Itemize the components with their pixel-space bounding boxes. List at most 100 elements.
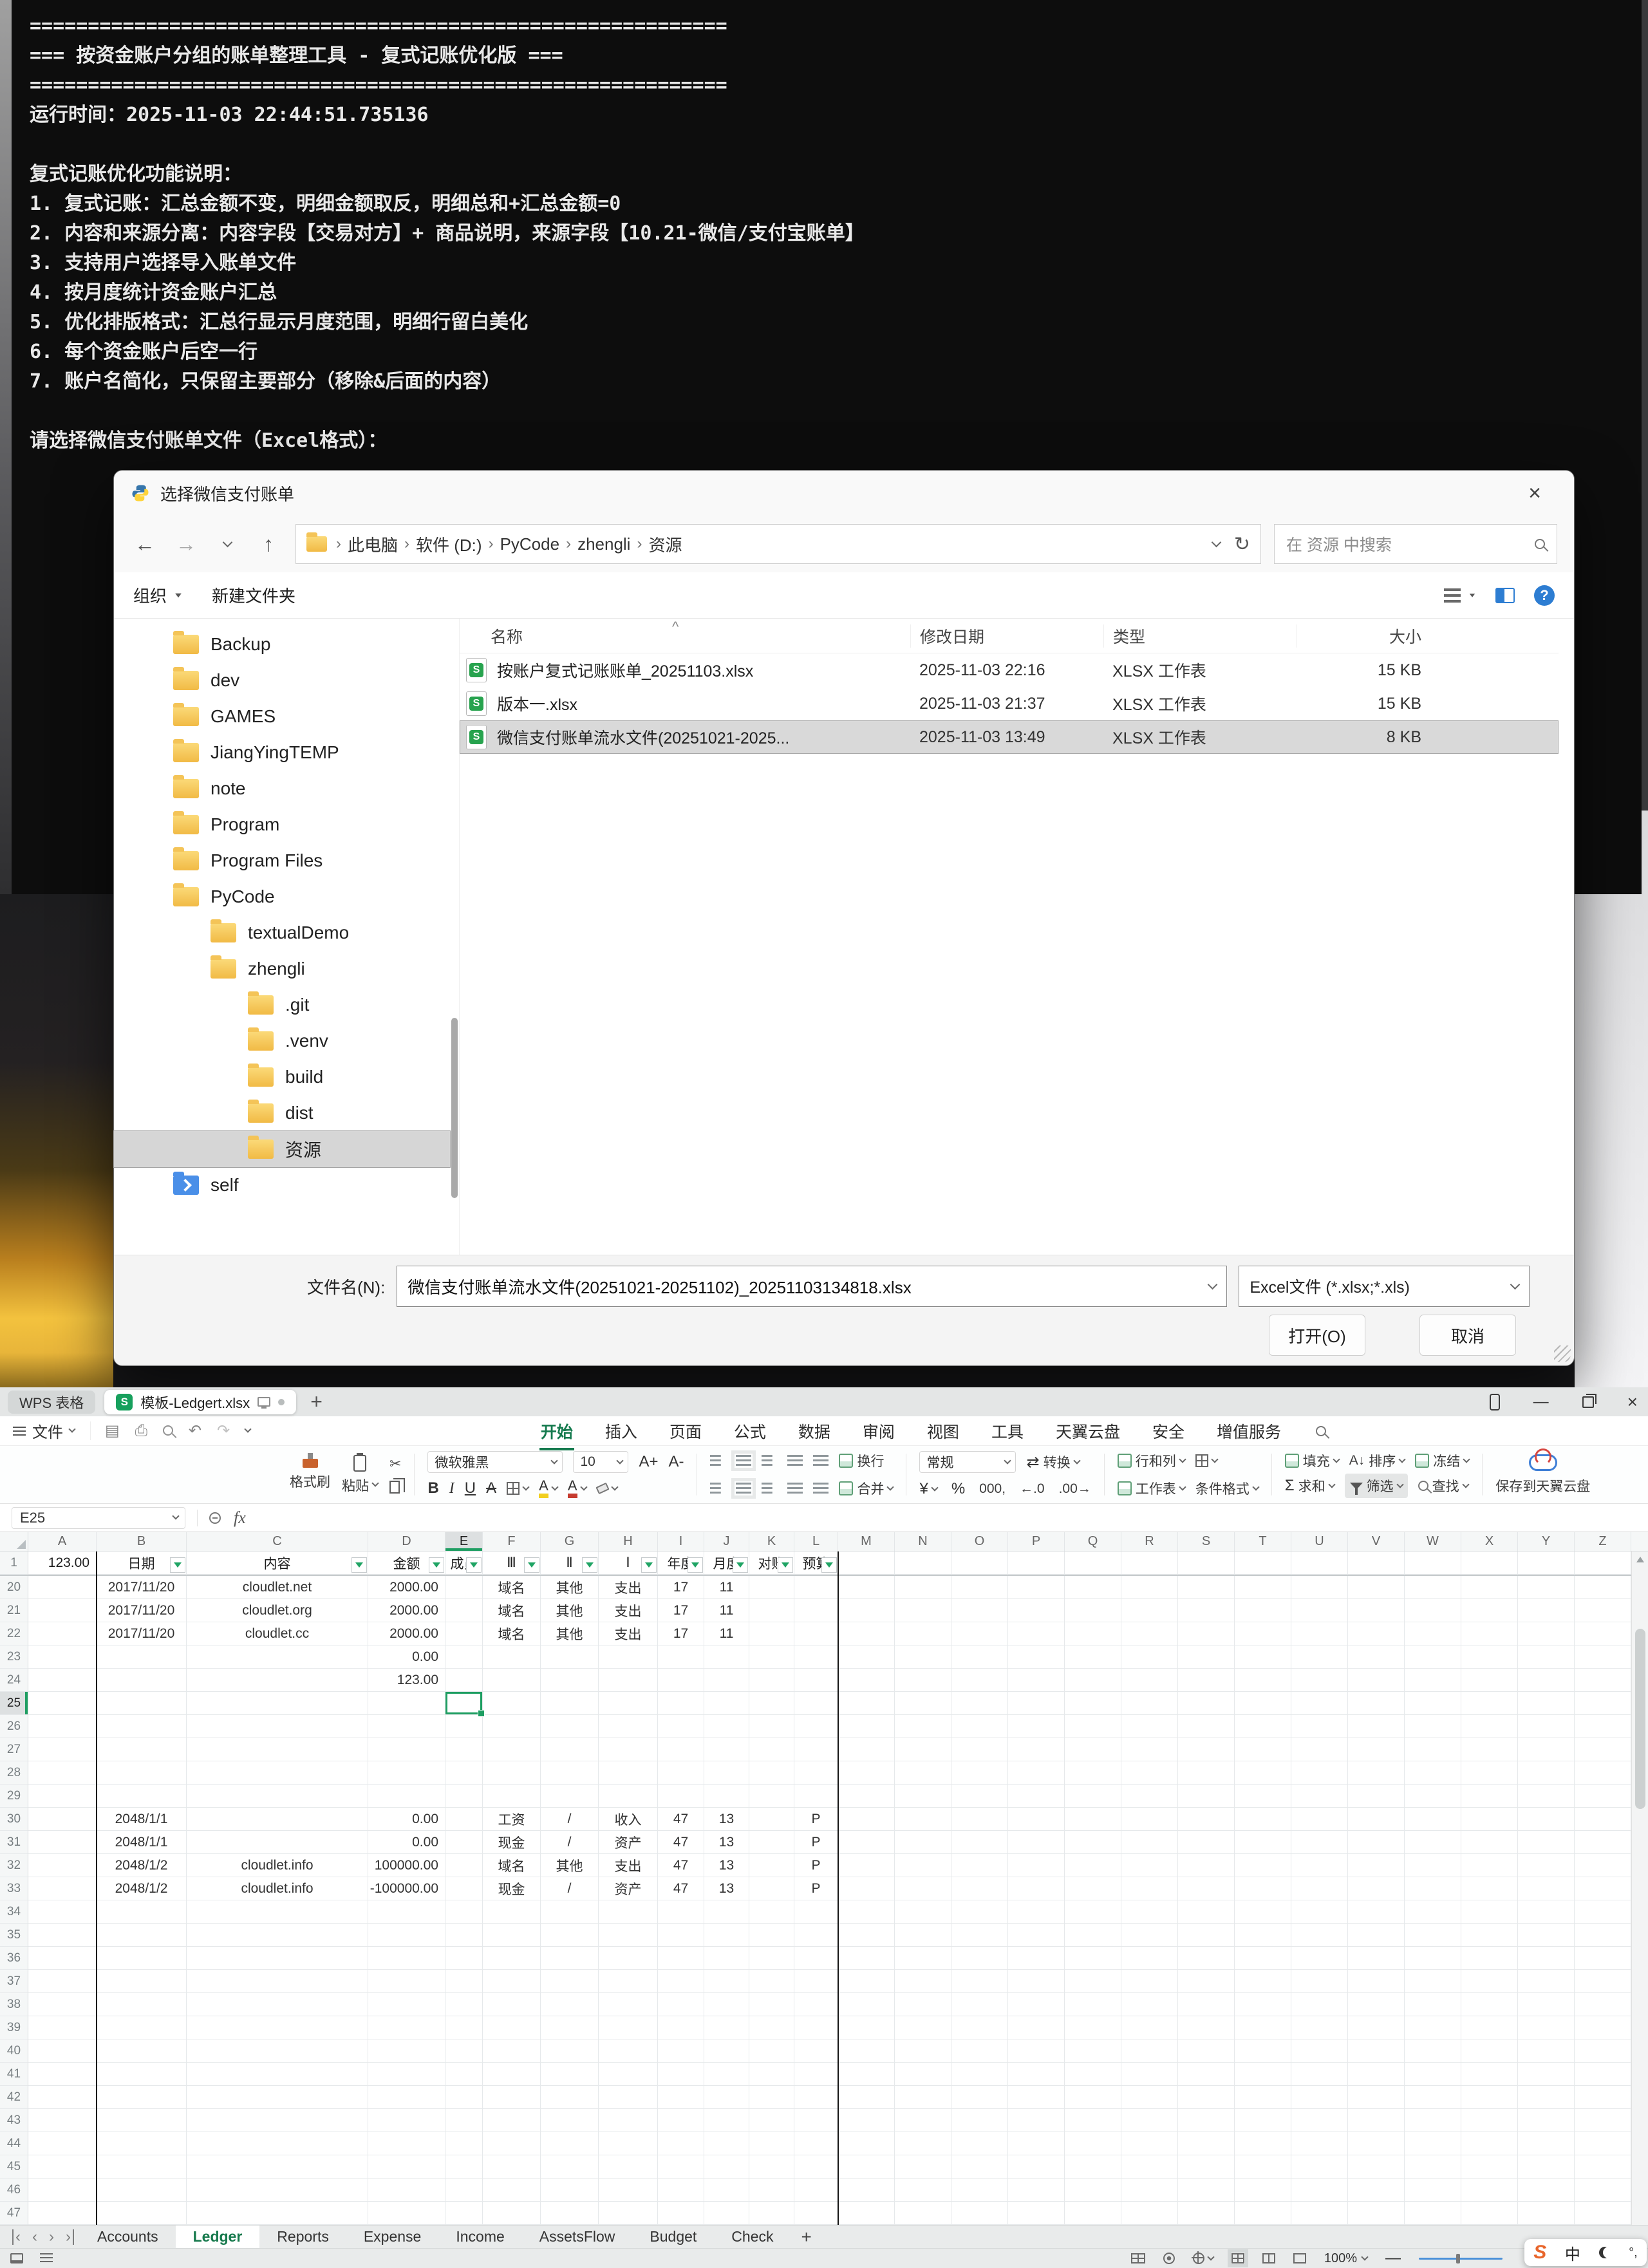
grid-cell-R38[interactable] — [1121, 1993, 1178, 2016]
grid-cell-E32[interactable] — [445, 1854, 483, 1877]
grid-cell-A42[interactable] — [28, 2086, 97, 2109]
grid-cell-H24[interactable] — [599, 1669, 658, 1692]
grid-cell-U29[interactable] — [1291, 1785, 1348, 1808]
grid-cell-L37[interactable] — [794, 1970, 838, 1993]
grid-cell-Y47[interactable] — [1518, 2202, 1575, 2225]
menu-tab-数据[interactable]: 数据 — [797, 1417, 832, 1445]
grid-cell-T44[interactable] — [1235, 2132, 1291, 2155]
row-header-21[interactable]: 21 — [0, 1599, 28, 1622]
grid-cell-R27[interactable] — [1121, 1738, 1178, 1761]
grid-cell-X22[interactable] — [1461, 1622, 1518, 1645]
grid-cell-V27[interactable] — [1348, 1738, 1405, 1761]
grid-cell-D23[interactable]: 0.00 — [368, 1645, 445, 1669]
grid-cell-O24[interactable] — [951, 1669, 1008, 1692]
grid-cell-E37[interactable] — [445, 1970, 483, 1993]
grid-cell-E35[interactable] — [445, 1924, 483, 1947]
grid-cell-V26[interactable] — [1348, 1715, 1405, 1738]
share-screen-icon[interactable] — [258, 1397, 270, 1407]
grid-cell-S20[interactable] — [1178, 1576, 1235, 1599]
grid-cell-E27[interactable] — [445, 1738, 483, 1761]
grid-cell-I30[interactable]: 47 — [658, 1808, 704, 1831]
filter-button[interactable] — [170, 1557, 185, 1573]
grid-cell-N43[interactable] — [895, 2109, 951, 2132]
grid-cell-P20[interactable] — [1008, 1576, 1065, 1599]
grid-cell-P41[interactable] — [1008, 2063, 1065, 2086]
grid-cell-N25[interactable] — [895, 1692, 951, 1715]
filter-button[interactable] — [778, 1557, 793, 1573]
grid-cell-E42[interactable] — [445, 2086, 483, 2109]
grid-cell-X34[interactable] — [1461, 1900, 1518, 1924]
row-header-33[interactable]: 33 — [0, 1877, 28, 1900]
grid-cell-T28[interactable] — [1235, 1761, 1291, 1785]
number-format-select[interactable]: 常规 — [919, 1451, 1016, 1473]
grid-cell-D1[interactable]: 金额 — [368, 1551, 445, 1575]
grid-cell-P39[interactable] — [1008, 2016, 1065, 2039]
grid-cell-X40[interactable] — [1461, 2039, 1518, 2063]
grid-cell-C45[interactable] — [187, 2155, 368, 2179]
grid-cell-G42[interactable] — [541, 2086, 599, 2109]
grid-cell-F24[interactable] — [483, 1669, 541, 1692]
grid-cell-J38[interactable] — [704, 1993, 749, 2016]
breadcrumb-item[interactable]: 软件 (D:) — [412, 531, 486, 558]
grid-cell-G1[interactable]: Ⅱ — [541, 1551, 599, 1575]
row-header-43[interactable]: 43 — [0, 2109, 28, 2132]
grid-cell-C27[interactable] — [187, 1738, 368, 1761]
row-header-30[interactable]: 30 — [0, 1808, 28, 1831]
grid-cell-K45[interactable] — [749, 2155, 794, 2179]
grid-cell-G23[interactable] — [541, 1645, 599, 1669]
grid-cell-R24[interactable] — [1121, 1669, 1178, 1692]
refresh-icon[interactable]: ↻ — [1234, 533, 1250, 556]
sidebar-item-.git[interactable]: .git — [114, 987, 450, 1023]
column-header-size[interactable]: 大小 — [1297, 624, 1432, 648]
grid-cell-Y43[interactable] — [1518, 2109, 1575, 2132]
grid-cell-U39[interactable] — [1291, 2016, 1348, 2039]
grid-cell-B33[interactable]: 2048/1/2 — [97, 1877, 187, 1900]
grid-cell-A43[interactable] — [28, 2109, 97, 2132]
grid-cell-W32[interactable] — [1405, 1854, 1461, 1877]
grid-cell-W38[interactable] — [1405, 1993, 1461, 2016]
grid-cell-X44[interactable] — [1461, 2132, 1518, 2155]
grid-cell-C20[interactable]: cloudlet.net — [187, 1576, 368, 1599]
grid-cell-H30[interactable]: 收入 — [599, 1808, 658, 1831]
search-input[interactable]: 在 资源 中搜索 — [1274, 524, 1557, 564]
row-header-24[interactable]: 24 — [0, 1669, 28, 1692]
grid-cell-K28[interactable] — [749, 1761, 794, 1785]
row-header-39[interactable]: 39 — [0, 2016, 28, 2039]
grid-cell-T33[interactable] — [1235, 1877, 1291, 1900]
grid-cell-Q37[interactable] — [1065, 1970, 1121, 1993]
grid-cell-B45[interactable] — [97, 2155, 187, 2179]
grid-cell-V29[interactable] — [1348, 1785, 1405, 1808]
grid-cell-L22[interactable] — [794, 1622, 838, 1645]
grid-cell-M37[interactable] — [838, 1970, 895, 1993]
grid-cell-L40[interactable] — [794, 2039, 838, 2063]
zoom-out-icon[interactable]: — — [1385, 2249, 1401, 2267]
grid-cell-R20[interactable] — [1121, 1576, 1178, 1599]
grid-cell-N33[interactable] — [895, 1877, 951, 1900]
grid-cell-U33[interactable] — [1291, 1877, 1348, 1900]
grid-cell-M30[interactable] — [838, 1808, 895, 1831]
grid-cell-K36[interactable] — [749, 1947, 794, 1970]
grid-cell-F20[interactable]: 域名 — [483, 1576, 541, 1599]
grid-cell-Y27[interactable] — [1518, 1738, 1575, 1761]
grid-cell-P27[interactable] — [1008, 1738, 1065, 1761]
grid-cell-Y36[interactable] — [1518, 1947, 1575, 1970]
grid-cell-D44[interactable] — [368, 2132, 445, 2155]
grid-cell-Z26[interactable] — [1575, 1715, 1631, 1738]
grid-cell-M45[interactable] — [838, 2155, 895, 2179]
convert-button[interactable]: ⇄转换 — [1026, 1452, 1079, 1472]
sheet-tab-Expense[interactable]: Expense — [346, 2226, 439, 2248]
grid-cell-C37[interactable] — [187, 1970, 368, 1993]
grid-cell-I25[interactable] — [658, 1692, 704, 1715]
sidebar-item-textualDemo[interactable]: textualDemo — [114, 915, 450, 951]
decrease-decimal-button[interactable]: ←.0 — [1020, 1481, 1045, 1497]
grid-cell-H37[interactable] — [599, 1970, 658, 1993]
grid-cell-R47[interactable] — [1121, 2202, 1178, 2225]
grid-cell-M27[interactable] — [838, 1738, 895, 1761]
preview-pane-icon[interactable] — [1495, 588, 1515, 603]
grid-cell-A32[interactable] — [28, 1854, 97, 1877]
grid-cell-N45[interactable] — [895, 2155, 951, 2179]
grid-cell-D45[interactable] — [368, 2155, 445, 2179]
grid-cell-E47[interactable] — [445, 2202, 483, 2225]
grid-cell-J36[interactable] — [704, 1947, 749, 1970]
grid-cell-X30[interactable] — [1461, 1808, 1518, 1831]
